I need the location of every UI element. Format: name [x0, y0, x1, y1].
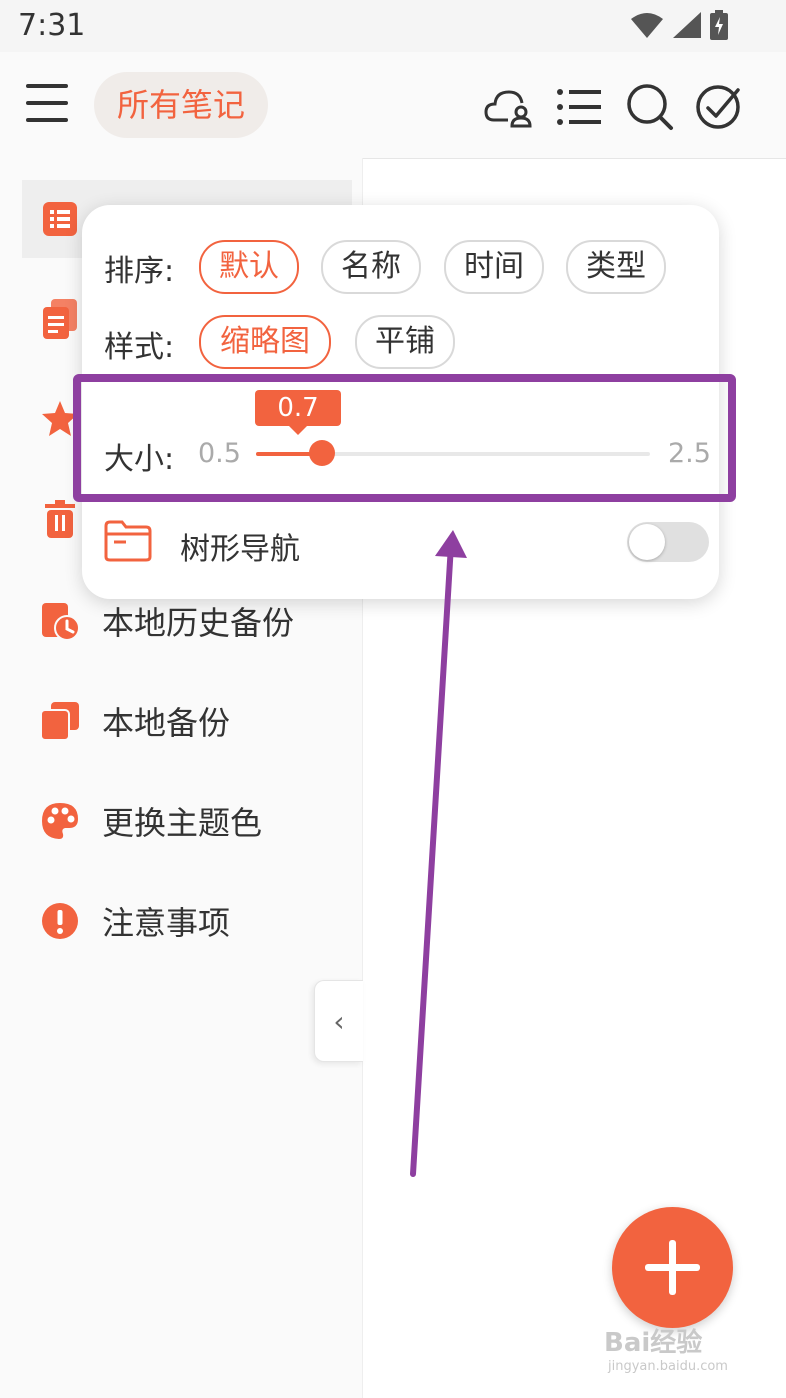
watermark: Bai经验 jingyan.baidu.com — [604, 1328, 728, 1374]
add-note-button[interactable] — [612, 1207, 733, 1328]
annotation-arrow — [410, 530, 467, 1177]
